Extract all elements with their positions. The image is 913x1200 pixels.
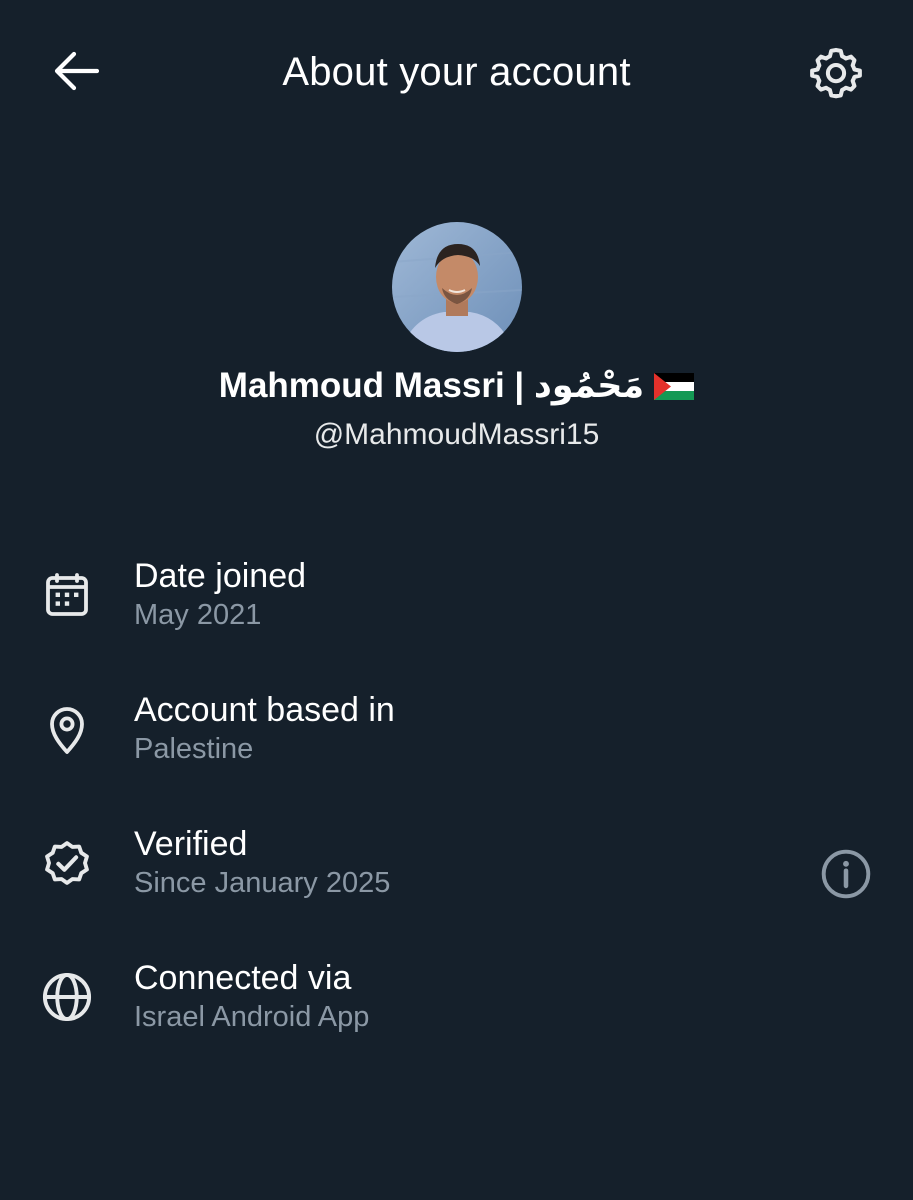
location-pin-icon <box>38 700 96 758</box>
globe-icon <box>38 968 96 1026</box>
top-bar: About your account <box>0 0 913 145</box>
palestine-flag-icon <box>654 372 695 400</box>
row-subtitle: Palestine <box>134 733 254 765</box>
page-title: About your account <box>282 50 631 94</box>
row-title: Connected via <box>134 959 352 997</box>
row-subtitle: Israel Android App <box>134 1001 370 1033</box>
calendar-icon <box>38 566 96 624</box>
row-title: Date joined <box>134 557 307 595</box>
back-button[interactable] <box>48 45 104 97</box>
verified-badge-icon <box>38 834 96 892</box>
row-account-based-in: Account based in Palestine <box>0 682 913 816</box>
row-subtitle: May 2021 <box>134 599 262 631</box>
info-icon <box>821 849 871 899</box>
settings-button[interactable] <box>806 43 866 101</box>
row-subtitle: Since January 2025 <box>134 867 391 899</box>
gear-icon <box>810 47 862 99</box>
row-title: Account based in <box>134 691 395 729</box>
verified-info-button[interactable] <box>816 844 876 904</box>
profile-section: Mahmoud Massri | مَحْمُود @MahmoudMassri… <box>0 222 913 455</box>
display-name: Mahmoud Massri | مَحْمُود <box>218 366 645 405</box>
row-connected-via: Connected via Israel Android App <box>0 950 913 1084</box>
avatar[interactable] <box>391 222 522 352</box>
row-title: Verified <box>134 825 248 863</box>
arrow-left-icon <box>54 51 99 91</box>
avatar-photo <box>391 222 522 352</box>
user-handle: @MahmoudMassri15 <box>313 418 600 451</box>
account-info-list: Date joined May 2021 Account based in Pa… <box>0 548 913 1084</box>
row-verified: Verified Since January 2025 <box>0 816 913 950</box>
row-date-joined: Date joined May 2021 <box>0 548 913 682</box>
display-name-row: Mahmoud Massri | مَحْمُود <box>0 362 913 410</box>
